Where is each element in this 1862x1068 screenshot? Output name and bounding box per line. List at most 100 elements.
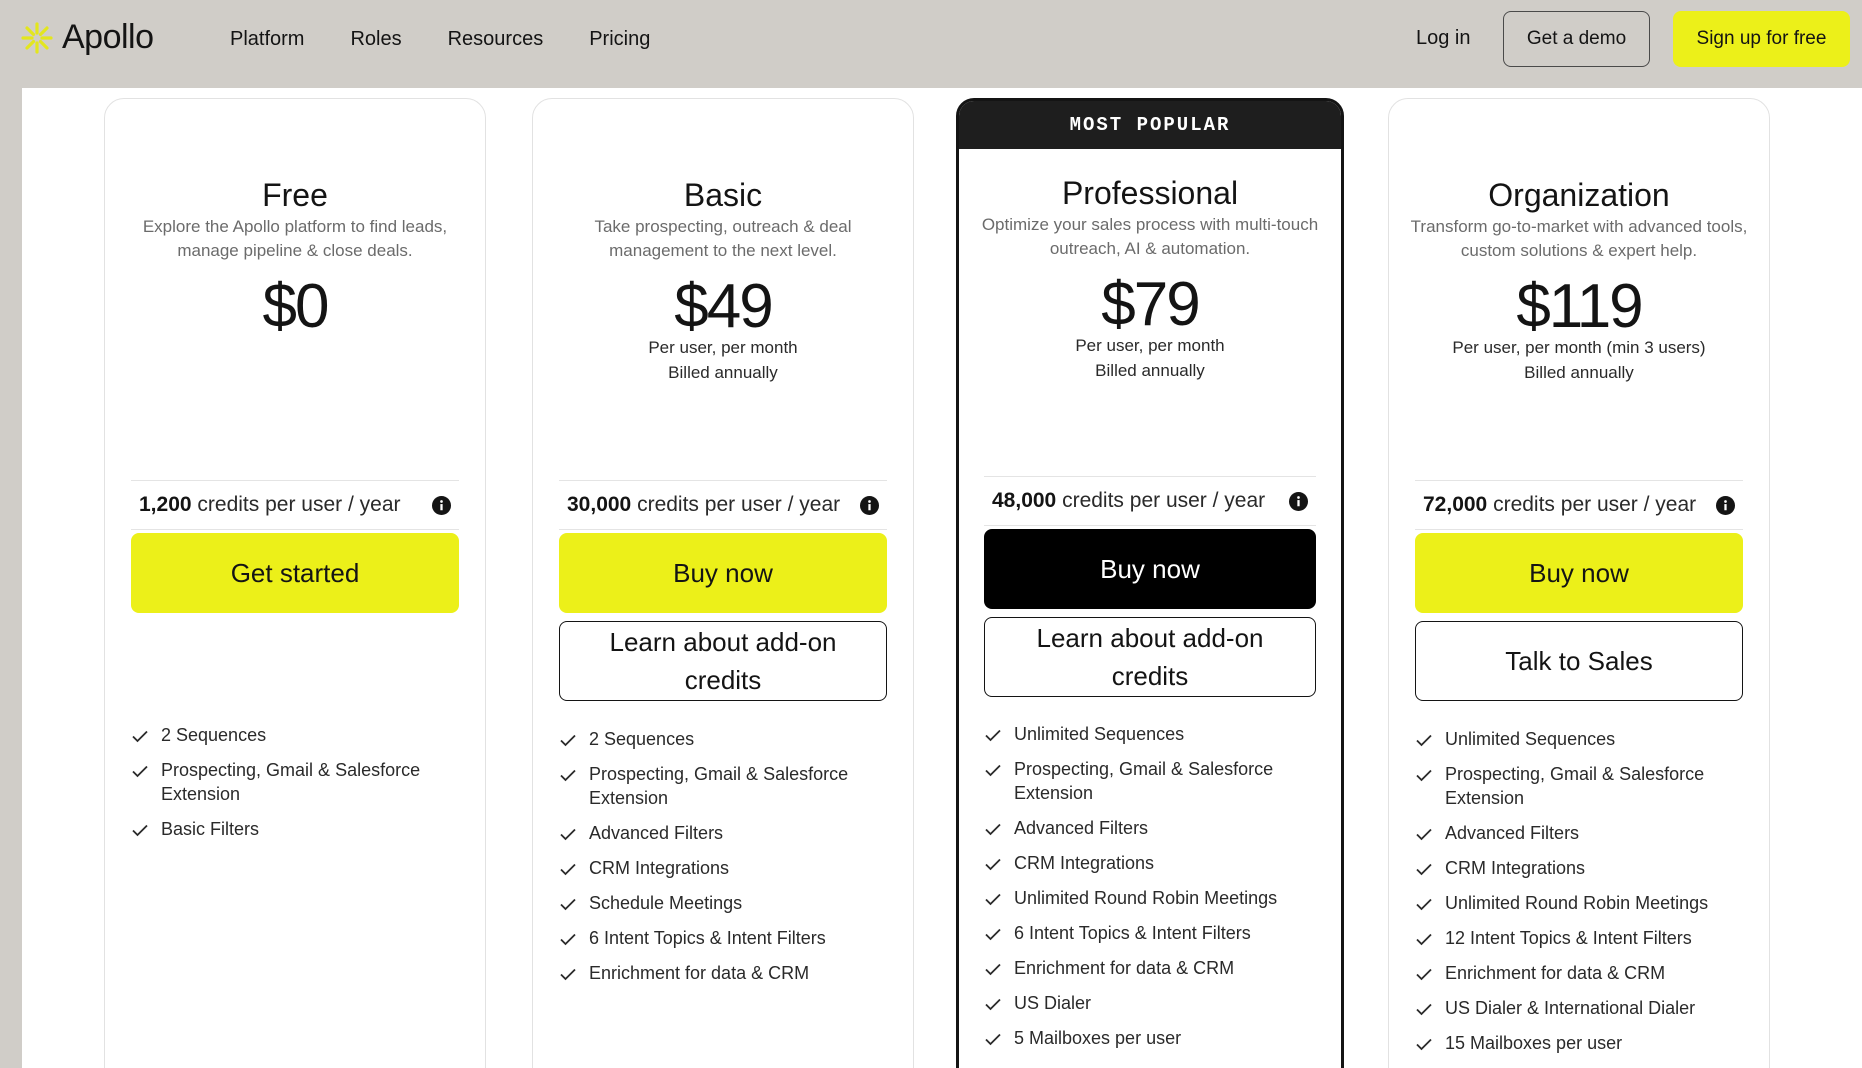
feature-text: US Dialer & International Dialer (1445, 998, 1696, 1018)
feature-text: Schedule Meetings (589, 893, 743, 913)
login-link[interactable]: Log in (1416, 27, 1471, 50)
plan-card-organization: Organization Transform go-to-market with… (1388, 98, 1770, 1068)
plan-credits: 1,200 credits per user / year (131, 480, 459, 530)
feature-text: Prospecting, Gmail & Salesforce Extensio… (1445, 764, 1705, 808)
plan-name: Basic (683, 177, 763, 213)
feature-text: Enrichment for data & CRM (1445, 963, 1666, 983)
check-icon (1416, 933, 1432, 946)
check-icon (560, 933, 576, 946)
check-icon (1416, 968, 1432, 981)
check-icon (1416, 898, 1432, 911)
billing-period: Per user, per month (min 3 users) (1452, 338, 1706, 357)
feature-item: 6 Intent Topics & Intent Filters (984, 921, 1321, 945)
feature-text: Prospecting, Gmail & Salesforce Extensio… (589, 764, 849, 808)
check-icon (985, 893, 1001, 906)
plan-description: Transform go-to-market with advanced too… (1410, 217, 1748, 260)
most-popular-badge: MOST POPULAR (959, 101, 1341, 149)
buy-now-button[interactable]: Buy now (559, 533, 887, 613)
plan-credits: 72,000 credits per user / year (1415, 480, 1743, 530)
apollo-logo[interactable]: Apollo (20, 18, 154, 57)
feature-text: Unlimited Sequences (1445, 729, 1616, 749)
feature-item: Enrichment for data & CRM (1415, 961, 1749, 985)
nav-platform[interactable]: Platform (230, 28, 304, 51)
feature-list: Unlimited Sequences Prospecting, Gmail &… (1415, 727, 1749, 1066)
feature-item: Prospecting, Gmail & Salesforce Extensio… (559, 762, 893, 810)
feature-item: Prospecting, Gmail & Salesforce Extensio… (1415, 762, 1749, 810)
get-started-button[interactable]: Get started (131, 533, 459, 613)
feature-item: Advanced Filters (984, 816, 1321, 840)
buy-now-button[interactable]: Buy now (984, 529, 1316, 609)
addon-credits-button[interactable]: Learn about add-on credits (984, 617, 1316, 697)
plan-description: Optimize your sales process with multi-t… (981, 215, 1319, 258)
addon-credits-button[interactable]: Learn about add-on credits (559, 621, 887, 701)
feature-text: Advanced Filters (589, 823, 724, 843)
feature-text: Unlimited Sequences (1014, 724, 1185, 744)
check-icon (985, 928, 1001, 941)
billing-period: Per user, per month (648, 338, 798, 357)
plan-description: Explore the Apollo platform to find lead… (142, 217, 448, 260)
feature-text: 6 Intent Topics & Intent Filters (589, 928, 826, 948)
plan-billing: Per user, per month Billed annually (533, 335, 913, 385)
plan-price: $49 (674, 272, 773, 341)
feature-text: CRM Integrations (589, 858, 730, 878)
feature-item: Unlimited Sequences (1415, 727, 1749, 751)
check-icon (985, 998, 1001, 1011)
plan-credits: 30,000 credits per user / year (559, 480, 887, 530)
plan-price: $119 (1516, 272, 1643, 341)
feature-text: Basic Filters (161, 819, 260, 839)
check-icon (985, 764, 1001, 777)
check-icon (560, 828, 576, 841)
credits-amount: 72,000 (1423, 493, 1488, 516)
nav-roles[interactable]: Roles (350, 28, 401, 51)
feature-text: Unlimited Round Robin Meetings (1445, 893, 1709, 913)
plan-billing: Per user, per month Billed annually (959, 333, 1341, 383)
check-icon (985, 858, 1001, 871)
info-icon[interactable] (1289, 491, 1308, 511)
feature-text: 15 Mailboxes per user (1445, 1033, 1623, 1053)
check-icon (560, 968, 576, 981)
plan-price: $79 (1101, 270, 1200, 339)
credits-label: credits per user / year (637, 493, 841, 516)
billing-period: Per user, per month (1075, 336, 1225, 355)
pricing-panel: Free Explore the Apollo platform to find… (22, 88, 1862, 1068)
feature-item: Prospecting, Gmail & Salesforce Extensio… (984, 757, 1321, 805)
plan-card-basic: Basic Take prospecting, outreach & deal … (532, 98, 914, 1068)
plan-name: Free (262, 177, 328, 213)
info-icon[interactable] (1716, 495, 1735, 515)
feature-text: Prospecting, Gmail & Salesforce Extensio… (1014, 759, 1274, 803)
check-icon (132, 765, 148, 778)
feature-item: Basic Filters (131, 817, 465, 841)
credits-label: credits per user / year (1062, 489, 1266, 512)
brand-name: Apollo (62, 18, 154, 56)
info-icon[interactable] (860, 495, 879, 515)
signup-button[interactable]: Sign up for free (1673, 11, 1850, 67)
apollo-sunburst-icon (21, 21, 53, 54)
top-nav: Apollo Platform Roles Resources Pricing … (0, 0, 1862, 86)
get-demo-button[interactable]: Get a demo (1503, 11, 1650, 67)
nav-pricing[interactable]: Pricing (589, 28, 650, 51)
feature-text: Unlimited Round Robin Meetings (1014, 888, 1278, 908)
buy-now-button[interactable]: Buy now (1415, 533, 1743, 613)
feature-item: Prospecting, Gmail & Salesforce Extensio… (131, 758, 465, 806)
plan-name: Organization (1488, 177, 1670, 213)
feature-item: US Dialer (984, 991, 1321, 1015)
feature-item: 2 Sequences (131, 723, 465, 747)
info-icon[interactable] (432, 495, 451, 515)
feature-text: Enrichment for data & CRM (589, 963, 810, 983)
feature-item: CRM Integrations (984, 851, 1321, 875)
feature-item: Enrichment for data & CRM (559, 961, 893, 985)
feature-text: Prospecting, Gmail & Salesforce Extensio… (161, 760, 421, 804)
plan-price: $0 (262, 272, 330, 341)
talk-to-sales-button[interactable]: Talk to Sales (1415, 621, 1743, 701)
feature-text: 12 Intent Topics & Intent Filters (1445, 928, 1692, 948)
feature-item: 12 Intent Topics & Intent Filters (1415, 926, 1749, 950)
nav-resources[interactable]: Resources (448, 28, 544, 51)
feature-list: 2 Sequences Prospecting, Gmail & Salesfo… (559, 727, 893, 996)
feature-text: CRM Integrations (1014, 853, 1155, 873)
credits-label: credits per user / year (1493, 493, 1697, 516)
credits-amount: 48,000 (992, 489, 1057, 512)
feature-item: 15 Mailboxes per user (1415, 1031, 1749, 1055)
feature-item: Enrichment for data & CRM (984, 956, 1321, 980)
plan-credits: 48,000 credits per user / year (984, 476, 1316, 526)
check-icon (560, 734, 576, 747)
